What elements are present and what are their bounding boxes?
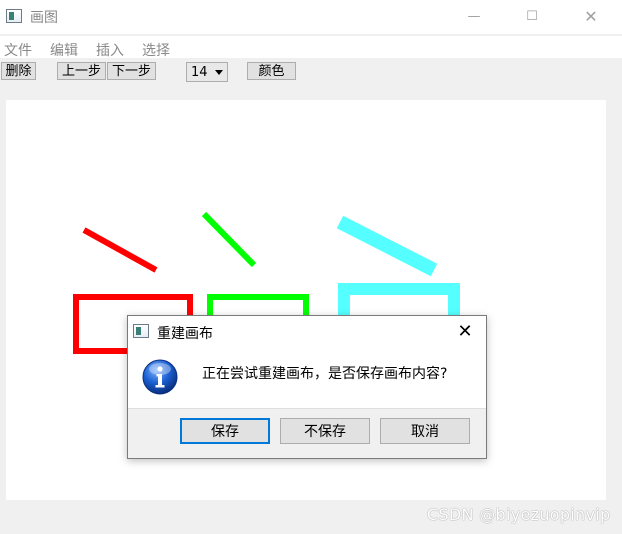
cancel-button[interactable]: 取消 bbox=[380, 418, 470, 444]
rebuild-canvas-dialog: 重建画布 ✕ 正在尝试重建画布，是否保存画布内容? 保存 不保存 取消 bbox=[127, 315, 487, 459]
menu-file[interactable]: 文件 bbox=[4, 40, 32, 60]
cyan-line-stroke bbox=[336, 215, 438, 277]
green-line-stroke bbox=[201, 211, 257, 268]
font-size-value: 14 bbox=[191, 65, 208, 80]
chevron-down-icon bbox=[215, 70, 223, 75]
font-size-select[interactable]: 14 bbox=[186, 62, 228, 82]
dialog-footer: 保存 不保存 取消 bbox=[128, 408, 486, 458]
app-window: 画图 — ☐ ✕ 文件 编辑 插入 选择 删除 上一步 下一步 14 颜色 CS… bbox=[0, 0, 622, 534]
menu-select[interactable]: 选择 bbox=[142, 40, 170, 60]
close-button[interactable]: ✕ bbox=[568, 0, 614, 32]
color-button[interactable]: 颜色 bbox=[247, 62, 296, 80]
undo-button[interactable]: 上一步 bbox=[57, 62, 106, 80]
dialog-title-bar: 重建画布 ✕ bbox=[128, 316, 486, 346]
minimize-button[interactable]: — bbox=[451, 0, 497, 32]
watermark: CSDN @biyezuopinvip bbox=[427, 505, 611, 524]
title-bar: 画图 — ☐ ✕ bbox=[0, 0, 622, 34]
dont-save-button[interactable]: 不保存 bbox=[280, 418, 370, 444]
close-icon: ✕ bbox=[584, 6, 598, 26]
menu-edit[interactable]: 编辑 bbox=[50, 40, 78, 60]
info-icon bbox=[142, 359, 178, 395]
dialog-app-icon bbox=[133, 324, 149, 338]
close-icon: ✕ bbox=[457, 320, 473, 342]
delete-button[interactable]: 删除 bbox=[1, 62, 36, 80]
app-icon bbox=[6, 9, 22, 23]
minimize-icon: — bbox=[467, 8, 481, 24]
dialog-body: 正在尝试重建画布，是否保存画布内容? bbox=[128, 346, 486, 408]
toolbar: 删除 上一步 下一步 14 颜色 bbox=[0, 60, 622, 84]
window-title: 画图 bbox=[30, 10, 58, 26]
save-button[interactable]: 保存 bbox=[180, 418, 270, 444]
menu-insert[interactable]: 插入 bbox=[96, 40, 124, 60]
maximize-button[interactable]: ☐ bbox=[509, 0, 555, 32]
redo-button[interactable]: 下一步 bbox=[107, 62, 156, 80]
dialog-close-button[interactable]: ✕ bbox=[448, 318, 482, 344]
menu-bar: 文件 编辑 插入 选择 bbox=[0, 36, 622, 60]
dialog-message: 正在尝试重建画布，是否保存画布内容? bbox=[202, 366, 448, 382]
red-line-stroke bbox=[82, 227, 158, 273]
dialog-title: 重建画布 bbox=[157, 326, 213, 342]
maximize-icon: ☐ bbox=[526, 8, 538, 24]
